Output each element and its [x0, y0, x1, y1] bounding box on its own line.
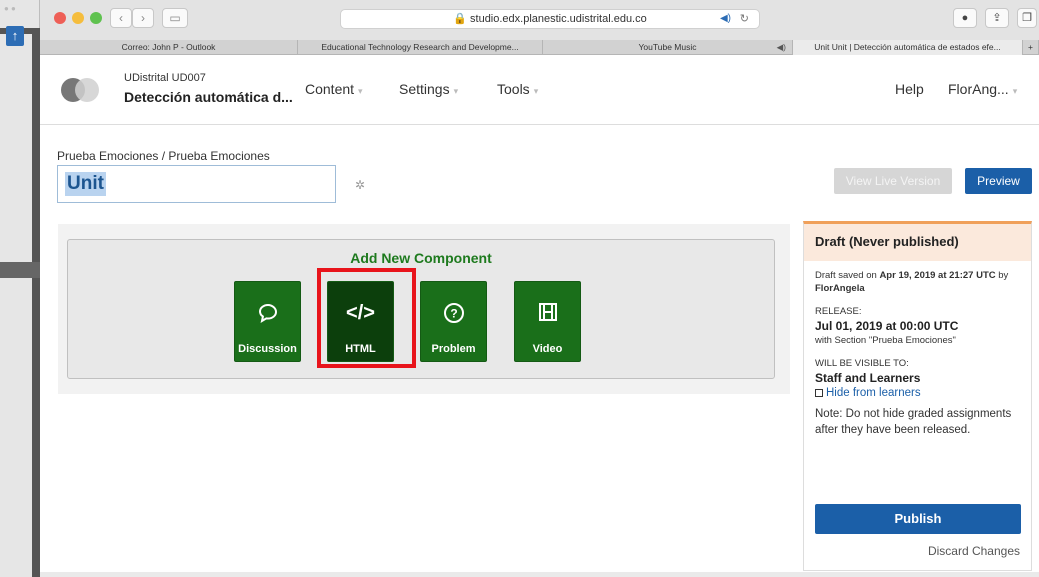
draft-saved-info: Draft saved on Apr 19, 2019 at 21:27 UTC… [815, 269, 1020, 295]
breadcrumb[interactable]: Prueba Emociones / Prueba Emociones [57, 149, 270, 163]
course-name[interactable]: Detección automática d... [124, 89, 293, 105]
window-dots-icon: ● ● [4, 4, 16, 13]
help-link[interactable]: Help [895, 81, 924, 97]
menu-tools[interactable]: Tools ▾ [497, 81, 538, 97]
menu-label: Content [305, 81, 355, 97]
publish-sidebar: Draft (Never published) Draft saved on A… [803, 221, 1032, 571]
maximize-window-icon[interactable] [90, 12, 102, 24]
back-button[interactable]: ‹ [110, 8, 132, 28]
user-name: FlorAng... [948, 81, 1009, 97]
speech-bubble-icon [235, 302, 300, 329]
add-component-box: Add New Component Discussion </> HTML ? … [67, 239, 775, 379]
chevron-down-icon: ▾ [453, 86, 459, 96]
tab-outlook[interactable]: Correo: John P - Outlook [40, 40, 298, 55]
minimize-window-icon[interactable] [72, 12, 84, 24]
sidebar-toggle-icon[interactable]: ▭ [162, 8, 188, 28]
sidebar-body: Draft saved on Apr 19, 2019 at 21:27 UTC… [804, 261, 1031, 446]
address-bar[interactable]: 🔒 studio.edx.planestic.udistrital.edu.co… [340, 9, 760, 29]
release-date: Jul 01, 2019 at 00:00 UTC [815, 319, 959, 333]
desktop-strip: ● ● ↑ [0, 0, 40, 577]
speaker-icon[interactable]: ◀︎) [777, 40, 786, 55]
film-icon [515, 302, 580, 327]
studio-header: UDistrital UD007 Detección automática d.… [40, 55, 1039, 125]
new-tab-icon[interactable]: + [1023, 40, 1039, 55]
saved-by: by [998, 270, 1009, 281]
tab-unit[interactable]: Unit Unit | Detección automática de esta… [793, 40, 1023, 55]
publish-button[interactable]: Publish [815, 504, 1021, 534]
course-org: UDistrital UD007 [124, 72, 206, 84]
draft-status: Draft (Never published) [804, 224, 1031, 261]
preview-button[interactable]: Preview [965, 168, 1032, 194]
forward-button[interactable]: › [132, 8, 154, 28]
video-button[interactable]: Video [514, 281, 581, 362]
gear-icon[interactable]: ✲ [355, 178, 365, 192]
speaker-icon[interactable]: ◀︎) [720, 10, 731, 28]
user-menu[interactable]: FlorAng... ▾ [948, 81, 1017, 97]
url-text: studio.edx.planestic.udistrital.edu.co [470, 13, 647, 25]
saved-date: Apr 19, 2019 at 21:27 UTC [879, 270, 996, 281]
menu-label: Settings [399, 81, 450, 97]
edx-logo[interactable] [61, 78, 101, 102]
visible-label: WILL BE VISIBLE TO: [815, 358, 909, 369]
extension-icon[interactable]: ● [953, 8, 977, 28]
component-label: Discussion [238, 343, 297, 355]
svg-text:?: ? [450, 307, 457, 321]
release-section: with Section "Prueba Emociones" [815, 335, 956, 346]
unit-title-input[interactable]: Unit [57, 165, 336, 203]
release-label: RELEASE: [815, 306, 862, 317]
highlight-box [317, 268, 416, 368]
saved-prefix: Draft saved on [815, 270, 877, 281]
visible-value: Staff and Learners [815, 371, 921, 385]
upload-icon[interactable]: ↑ [6, 26, 24, 46]
tab-title: Correo: John P - Outlook [121, 42, 216, 52]
browser-toolbar: ‹ › ▭ 🔒 studio.edx.planestic.udistrital.… [40, 0, 1039, 40]
add-component-panel: Add New Component Discussion </> HTML ? … [58, 224, 790, 394]
reload-icon[interactable]: ↻ [740, 10, 749, 28]
tabs-overview-icon[interactable]: ❐ [1017, 8, 1037, 28]
component-label: Video [532, 343, 563, 355]
tab-title: YouTube Music [638, 42, 697, 52]
tab-youtube-music[interactable]: YouTube Music ◀︎) [543, 40, 793, 55]
menu-content[interactable]: Content ▾ [305, 81, 363, 97]
menu-label: Tools [497, 81, 530, 97]
component-label: Problem [431, 343, 476, 355]
discard-changes-link[interactable]: Discard Changes [928, 544, 1020, 558]
chevron-down-icon: ▾ [533, 86, 539, 96]
tab-bar: Correo: John P - Outlook Educational Tec… [40, 40, 1039, 55]
tab-title: Educational Technology Research and Deve… [321, 42, 519, 52]
screen: ● ● ↑ ‹ › ▭ 🔒 studio.edx.planestic.udist… [0, 0, 1039, 577]
add-component-title: Add New Component [350, 250, 492, 266]
discussion-button[interactable]: Discussion [234, 281, 301, 362]
share-icon[interactable]: ⇪ [985, 8, 1009, 28]
unit-title-text: Unit [65, 172, 106, 196]
chevron-down-icon: ▾ [358, 86, 363, 96]
menu-settings[interactable]: Settings ▾ [399, 81, 458, 97]
checkbox-icon[interactable] [815, 389, 823, 397]
tab-title: Unit Unit | Detección automática de esta… [814, 42, 1001, 52]
lock-icon: 🔒 [453, 13, 471, 25]
problem-button[interactable]: ? Problem [420, 281, 487, 362]
desktop-divider [32, 34, 40, 577]
saved-user: FlorAngela [815, 283, 865, 294]
graded-note: Note: Do not hide graded assignments aft… [815, 408, 1012, 436]
chevron-down-icon: ▾ [1012, 86, 1018, 96]
hide-link-label: Hide from learners [826, 387, 921, 399]
view-live-button[interactable]: View Live Version [834, 168, 952, 194]
question-circle-icon: ? [421, 302, 486, 329]
hide-from-learners-checkbox[interactable]: Hide from learners [815, 387, 1020, 400]
bottom-edge [40, 572, 1039, 577]
desktop-bar-2 [0, 262, 40, 278]
tab-research[interactable]: Educational Technology Research and Deve… [298, 40, 543, 55]
close-window-icon[interactable] [54, 12, 66, 24]
